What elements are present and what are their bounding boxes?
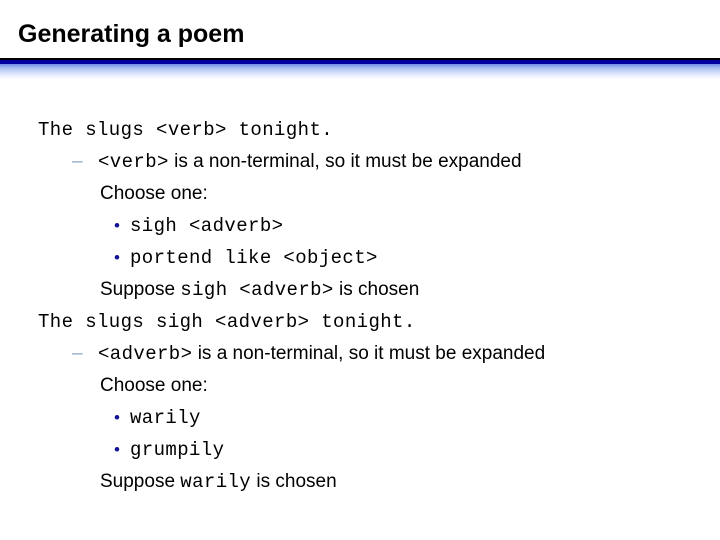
body-line: • sigh <adverb> xyxy=(0,210,720,242)
dash-bullet-icon: – xyxy=(72,343,83,364)
slide-body: The slugs <verb> tonight. – <verb> is a no… xyxy=(0,114,720,498)
body-line: Suppose warily is chosen xyxy=(0,466,720,498)
body-line: • warily xyxy=(0,402,720,434)
code-text-run: grumpily xyxy=(130,439,225,461)
slide-canvas: Generating a poem The slugs <verb> tonig… xyxy=(0,0,720,540)
dot-bullet-icon: • xyxy=(114,248,120,267)
prose-text-run: Choose one: xyxy=(100,183,208,204)
prose-text-run: Suppose xyxy=(100,279,181,300)
body-line: • portend like <object> xyxy=(0,242,720,274)
code-text-run: The slugs <verb> tonight. xyxy=(38,119,334,141)
dot-bullet-icon: • xyxy=(114,408,120,427)
prose-text-run: is chosen xyxy=(333,279,420,300)
page-title: Generating a poem xyxy=(18,20,245,48)
divider-gradient-fade xyxy=(0,64,720,80)
code-text-run: sigh <adverb> xyxy=(130,215,284,237)
body-line: • grumpily xyxy=(0,434,720,466)
code-text-run: portend like <object> xyxy=(130,247,378,269)
dot-bullet-icon: • xyxy=(114,216,120,235)
code-text-run: sigh <adverb> xyxy=(180,279,334,301)
code-text-run: warily xyxy=(180,471,252,493)
code-text-run: <adverb> xyxy=(98,343,193,365)
prose-text-run: Choose one: xyxy=(100,375,208,396)
prose-text-run: is a non-terminal, so it must be expande… xyxy=(168,151,522,172)
code-text-run: The slugs sigh <adverb> tonight. xyxy=(38,311,416,333)
body-line: – <adverb> is a non-terminal, so it must … xyxy=(0,338,720,370)
dot-bullet-icon: • xyxy=(114,440,120,459)
body-line: Choose one: xyxy=(0,370,720,402)
prose-text-run: is a non-terminal, so it must be expande… xyxy=(192,343,546,364)
slide-title-area: Generating a poem xyxy=(18,18,702,60)
body-line: The slugs sigh <adverb> tonight. xyxy=(0,306,720,338)
body-line: Suppose sigh <adverb> is chosen xyxy=(0,274,720,306)
body-line: The slugs <verb> tonight. xyxy=(0,114,720,146)
title-divider xyxy=(0,58,720,80)
prose-text-run: is chosen xyxy=(251,471,337,492)
code-text-run: warily xyxy=(130,407,201,429)
body-line: – <verb> is a non-terminal, so it must be… xyxy=(0,146,720,178)
body-line: Choose one: xyxy=(0,178,720,210)
prose-text-run: Suppose xyxy=(100,471,181,492)
code-text-run: <verb> xyxy=(98,151,169,173)
dash-bullet-icon: – xyxy=(72,151,83,172)
